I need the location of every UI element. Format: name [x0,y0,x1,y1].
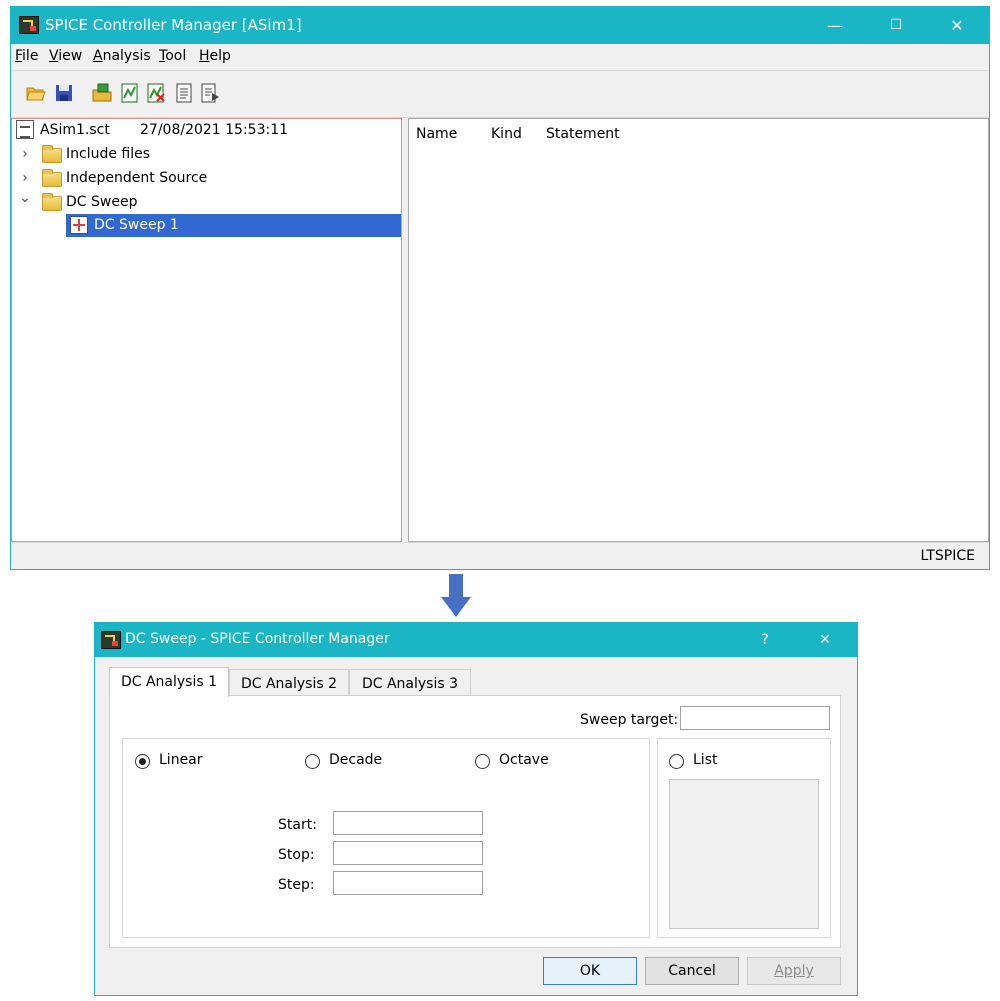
apply-button[interactable]: Apply [747,957,841,985]
down-arrow-icon [441,597,471,617]
toolbar [11,70,989,118]
minimize-button[interactable]: — [815,7,855,44]
list-mode-group: List [657,738,831,938]
ok-button[interactable]: OK [543,957,637,985]
title-bar[interactable]: SPICE Controller Manager [ASim1] — ☐ ✕ [11,7,989,44]
step-input[interactable] [333,871,483,895]
chevron-down-icon[interactable]: ⌄ [18,187,32,209]
radio-decade-label: Decade [329,752,383,768]
menu-file[interactable]: File [15,48,38,64]
radio-octave[interactable] [475,754,490,769]
tree-item-label: DC Sweep 1 [94,217,179,233]
list-values-box[interactable] [669,779,819,929]
radio-linear-label: Linear [159,752,203,768]
folder-icon [42,169,62,187]
column-header-name[interactable]: Name [416,126,457,142]
radio-linear[interactable] [135,754,150,769]
open-project-icon[interactable] [91,82,113,104]
main-window: SPICE Controller Manager [ASim1] — ☐ ✕ F… [10,6,990,570]
chevron-right-icon[interactable]: › [18,167,32,189]
start-label: Start: [278,817,317,833]
tab-dc-analysis-3[interactable]: DC Analysis 3 [349,669,471,697]
tab-page: Sweep target: Linear Decade Octave Start… [109,695,841,948]
root-filename: ASim1.sct [40,122,110,138]
help-button[interactable]: ? [745,623,785,657]
dialog-title-bar[interactable]: DC Sweep - SPICE Controller Manager ? ✕ [95,623,857,657]
document-icon[interactable] [173,82,195,104]
sweep-mode-group: Linear Decade Octave Start: Stop: Step: [122,738,650,938]
menu-view[interactable]: View [49,48,82,64]
folder-icon [42,145,62,163]
tab-dc-analysis-1[interactable]: DC Analysis 1 [109,667,229,697]
app-icon [101,631,121,649]
document-run-icon[interactable] [199,82,221,104]
menu-analysis[interactable]: Analysis [93,48,151,64]
down-arrow-shaft [449,574,463,599]
maximize-button[interactable]: ☐ [876,7,916,44]
sweep-target-input[interactable] [680,706,830,730]
dialog-title: DC Sweep - SPICE Controller Manager [125,631,390,647]
stop-input[interactable] [333,841,483,865]
cancel-button[interactable]: Cancel [645,957,739,985]
analysis-add-icon[interactable] [119,82,141,104]
tree-root[interactable]: ASim1.sct 27/08/2021 15:53:11 [16,119,396,141]
dc-sweep-dialog: DC Sweep - SPICE Controller Manager ? ✕ … [94,622,858,996]
project-tree[interactable]: ASim1.sct 27/08/2021 15:53:11 › Include … [11,118,402,542]
open-folder-icon[interactable] [25,82,47,104]
window-title: SPICE Controller Manager [ASim1] [45,16,302,34]
chevron-right-icon[interactable]: › [18,143,32,165]
statement-list[interactable]: Name Kind Statement [408,118,989,542]
radio-list[interactable] [669,754,684,769]
tree-item-include-files[interactable]: › Include files [16,143,396,165]
tree-item-label: DC Sweep [66,194,138,210]
folder-icon [42,193,62,211]
save-icon[interactable] [53,82,75,104]
root-timestamp: 27/08/2021 15:53:11 [140,122,289,138]
menu-tool[interactable]: Tool [159,48,186,64]
tree-item-label: Include files [66,146,151,162]
step-label: Step: [278,877,315,893]
close-button[interactable]: ✕ [937,7,977,44]
tree-item-label: Independent Source [66,170,208,186]
column-header-statement[interactable]: Statement [546,126,620,142]
radio-octave-label: Octave [499,752,549,768]
menu-help[interactable]: Help [199,48,231,64]
stop-label: Stop: [278,847,315,863]
tab-dc-analysis-2[interactable]: DC Analysis 2 [229,669,349,697]
status-bar: LTSPICE [11,542,989,569]
start-input[interactable] [333,811,483,835]
tree-item-dc-sweep[interactable]: ⌄ DC Sweep [16,190,396,213]
sweep-target-label: Sweep target: [580,712,679,728]
status-text: LTSPICE [920,548,975,564]
radio-list-label: List [693,752,718,768]
dialog-close-button[interactable]: ✕ [805,623,845,657]
analysis-delete-icon[interactable] [145,82,167,104]
dc-sweep-icon [70,216,88,234]
column-header-kind[interactable]: Kind [491,126,522,142]
tree-item-independent-source[interactable]: › Independent Source [16,167,396,189]
tree-item-dc-sweep-1[interactable]: DC Sweep 1 [66,214,401,237]
radio-decade[interactable] [305,754,320,769]
app-icon [19,16,39,34]
menu-bar: File View Analysis Tool Help [11,44,989,70]
file-icon [16,120,34,139]
